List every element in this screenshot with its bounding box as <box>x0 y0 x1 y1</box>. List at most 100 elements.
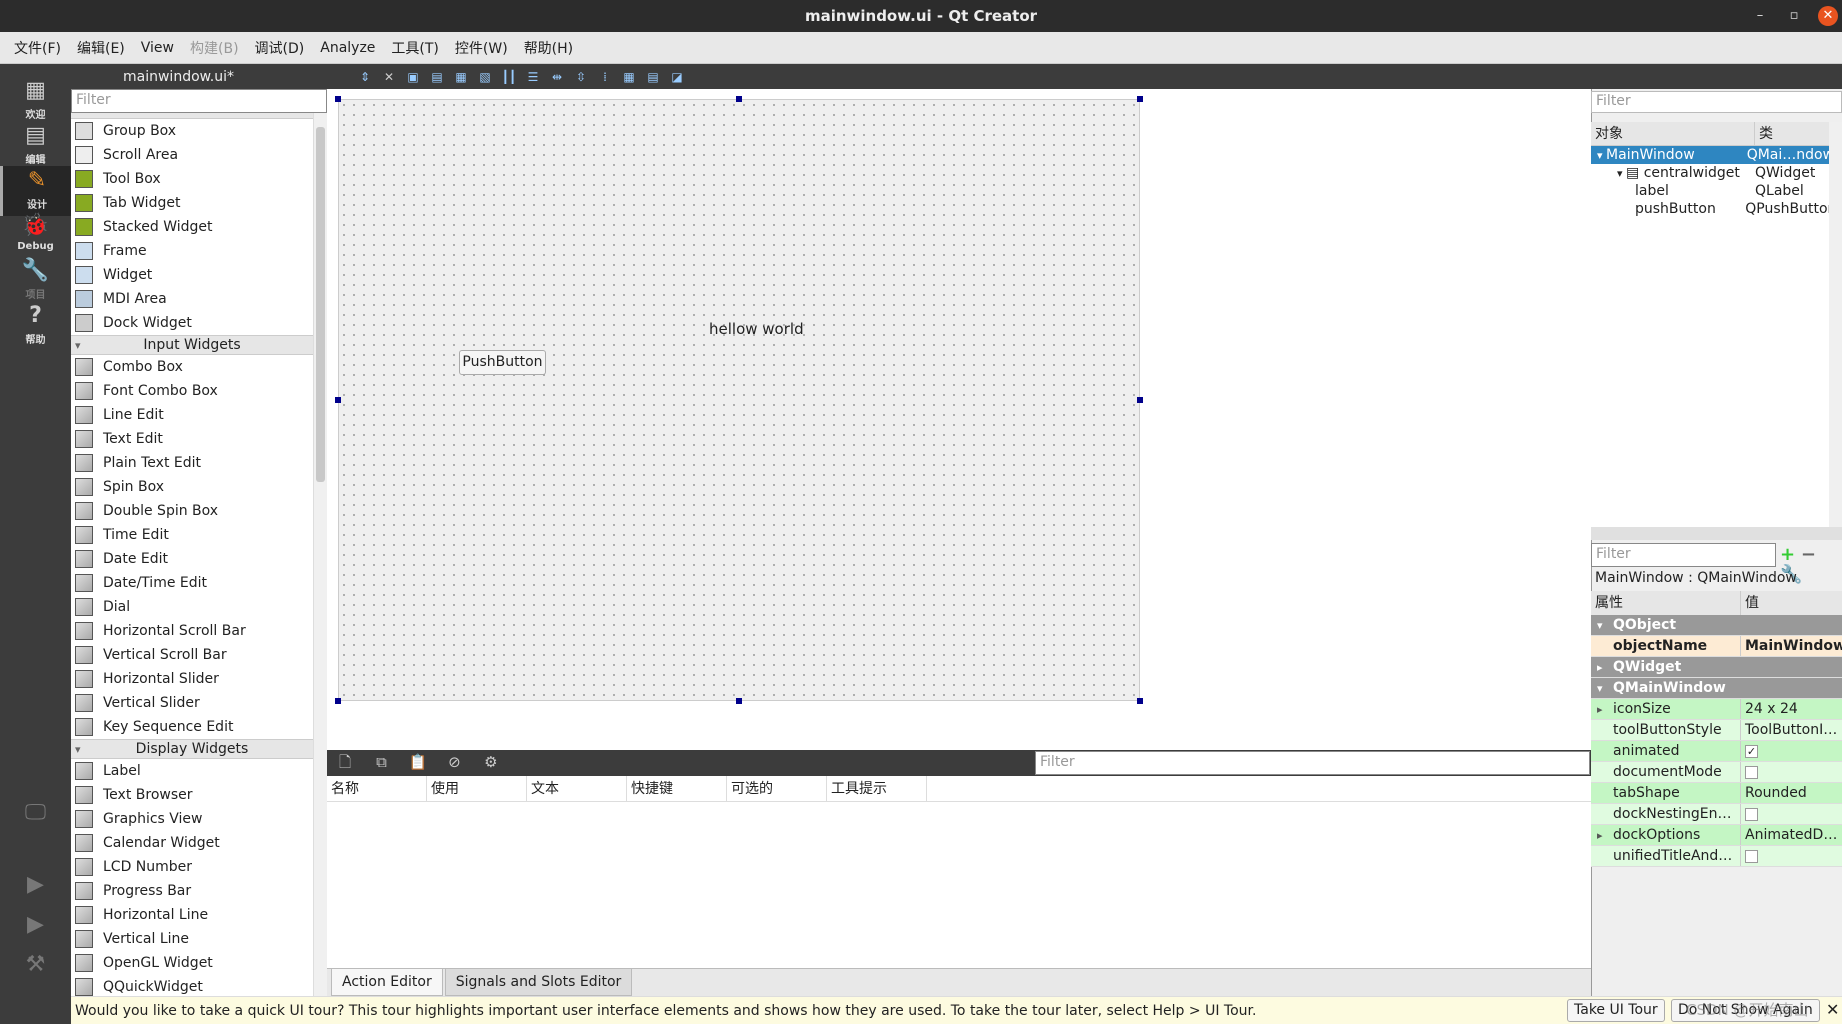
widget-item[interactable]: Tab Widget <box>71 191 313 215</box>
monitor-icon[interactable]: 🖵 <box>0 800 71 825</box>
maximize-button[interactable]: ▫ <box>1784 6 1804 26</box>
delete-icon[interactable]: ⊘ <box>444 754 464 770</box>
add-property-icon[interactable]: + <box>1780 544 1795 565</box>
property-value[interactable]: ToolButtonI… <box>1741 720 1842 740</box>
widget-item[interactable]: Frame <box>71 239 313 263</box>
widget-filter-input[interactable]: Filter <box>71 89 327 113</box>
property-row[interactable]: objectName MainWindow <box>1591 636 1842 657</box>
widget-item[interactable]: Time Edit <box>71 523 313 547</box>
property-row[interactable]: unifiedTitleAnd… <box>1591 846 1842 867</box>
resize-handle[interactable] <box>736 96 742 102</box>
layout-grid-icon[interactable]: ▦ <box>619 69 639 85</box>
widget-item[interactable]: Key Sequence Edit <box>71 715 313 739</box>
column-header[interactable]: 名称 <box>327 776 427 801</box>
push-button[interactable]: PushButton <box>459 350 546 375</box>
menu-5[interactable]: Analyze <box>312 40 383 56</box>
resize-handle[interactable] <box>335 96 341 102</box>
expand-arrow-icon[interactable]: ▾ <box>1617 167 1626 180</box>
widget-item[interactable]: Combo Box <box>71 355 313 379</box>
switch-arrows-icon[interactable]: ⇕ <box>355 69 375 85</box>
widget-item[interactable]: Group Box <box>71 119 313 143</box>
property-value[interactable] <box>1741 804 1842 824</box>
widget-item[interactable]: Text Browser <box>71 783 313 807</box>
menu-4[interactable]: 调试(D) <box>247 38 313 58</box>
expand-arrow-icon[interactable]: ▸ <box>1597 657 1603 677</box>
widget-item[interactable]: Progress Bar <box>71 879 313 903</box>
widget-box-scrollbar[interactable] <box>313 113 327 996</box>
menu-6[interactable]: 工具(T) <box>383 38 446 58</box>
property-row[interactable]: dockOptions AnimatedD… <box>1591 825 1842 846</box>
settings-icon[interactable]: ⚙ <box>481 754 501 770</box>
resize-handle[interactable] <box>1137 96 1143 102</box>
object-tree-row[interactable]: ▾ ▤ centralwidget QWidget <box>1591 164 1829 182</box>
property-group[interactable]: ▾ QMainWindow <box>1591 678 1842 699</box>
column-header[interactable]: 可选的 <box>727 776 827 801</box>
property-value[interactable] <box>1741 846 1842 866</box>
widget-item[interactable]: Font Combo Box <box>71 379 313 403</box>
mode-0[interactable]: ▦ 欢迎 <box>0 76 71 126</box>
collapse-arrow-icon[interactable]: ▾ <box>1597 615 1603 635</box>
splitter-horizontal-icon[interactable]: ⇹ <box>547 69 567 85</box>
checkbox[interactable] <box>1745 850 1758 863</box>
column-class[interactable]: 类 <box>1755 122 1773 145</box>
edit-tab-order-icon[interactable]: ▧ <box>475 69 495 85</box>
widget-item[interactable]: Horizontal Line <box>71 903 313 927</box>
widget-item[interactable]: Plain Text Edit <box>71 451 313 475</box>
widget-item[interactable]: Horizontal Slider <box>71 667 313 691</box>
property-row[interactable]: documentMode <box>1591 762 1842 783</box>
adjust-size-icon[interactable]: ◪ <box>667 69 687 85</box>
widget-item[interactable]: Label <box>71 759 313 783</box>
mode-4[interactable]: 🔧 项目 <box>0 256 71 306</box>
property-row[interactable]: toolButtonStyle ToolButtonI… <box>1591 720 1842 741</box>
object-tree-row[interactable]: pushButton QPushButton <box>1591 200 1829 218</box>
object-filter-input[interactable]: Filter <box>1591 91 1842 113</box>
column-value[interactable]: 值 <box>1741 591 1759 615</box>
tab-action-editor[interactable]: Action Editor <box>331 969 443 996</box>
property-filter-input[interactable]: Filter <box>1591 543 1776 567</box>
break-layout-icon[interactable]: ▤ <box>643 69 663 85</box>
checkbox[interactable] <box>1745 808 1758 821</box>
splitter-vertical-icon[interactable]: ⇳ <box>571 69 591 85</box>
object-tree-row[interactable]: ▾ MainWindow QMai…ndow <box>1591 146 1829 164</box>
document-filename[interactable]: mainwindow.ui* <box>123 69 353 85</box>
paste-icon[interactable]: 📋 <box>408 754 428 770</box>
main-window-form[interactable] <box>338 99 1140 701</box>
property-group[interactable]: ▾ QObject <box>1591 615 1842 636</box>
widget-category[interactable]: Containers <box>71 113 313 119</box>
widget-item[interactable]: Line Edit <box>71 403 313 427</box>
widget-item[interactable]: Vertical Scroll Bar <box>71 643 313 667</box>
resize-handle[interactable] <box>335 698 341 704</box>
property-group[interactable]: ▸ QWidget <box>1591 657 1842 678</box>
tab-signals-slots[interactable]: Signals and Slots Editor <box>444 969 633 996</box>
mode-5[interactable]: ? 帮助 <box>0 301 71 351</box>
run-icon[interactable]: ▶ <box>0 872 71 897</box>
column-object[interactable]: 对象 <box>1591 122 1755 145</box>
resize-handle[interactable] <box>1137 698 1143 704</box>
object-tree-row[interactable]: label QLabel <box>1591 182 1829 200</box>
resize-handle[interactable] <box>1137 397 1143 403</box>
widget-item[interactable]: MDI Area <box>71 287 313 311</box>
property-value[interactable]: ✓ <box>1741 741 1842 761</box>
debug-run-icon[interactable]: ▶ <box>0 912 71 937</box>
widget-item[interactable]: Calendar Widget <box>71 831 313 855</box>
column-header[interactable]: 快捷键 <box>627 776 727 801</box>
mode-2[interactable]: ✎ 设计 <box>0 166 71 216</box>
checkbox[interactable]: ✓ <box>1745 745 1758 758</box>
widget-item[interactable]: Graphics View <box>71 807 313 831</box>
close-infobar-icon[interactable]: ✕ <box>1826 1000 1839 1019</box>
widget-item[interactable]: Widget <box>71 263 313 287</box>
property-row[interactable]: dockNestingEn… <box>1591 804 1842 825</box>
widget-category[interactable]: Input Widgets <box>71 335 313 355</box>
widget-item[interactable]: LCD Number <box>71 855 313 879</box>
menu-0[interactable]: 文件(F) <box>6 38 69 58</box>
mode-3[interactable]: 🐞 Debug <box>0 211 71 261</box>
widget-item[interactable]: Stacked Widget <box>71 215 313 239</box>
take-ui-tour-button[interactable]: Take UI Tour <box>1567 999 1665 1022</box>
collapse-arrow-icon[interactable]: ▾ <box>1597 678 1603 698</box>
column-header[interactable]: 使用 <box>427 776 527 801</box>
resize-handle[interactable] <box>335 397 341 403</box>
property-value[interactable] <box>1741 762 1842 782</box>
copy-icon[interactable]: ⧉ <box>371 754 391 770</box>
property-value[interactable]: 24 x 24 <box>1741 699 1842 719</box>
property-row[interactable]: tabShape Rounded <box>1591 783 1842 804</box>
